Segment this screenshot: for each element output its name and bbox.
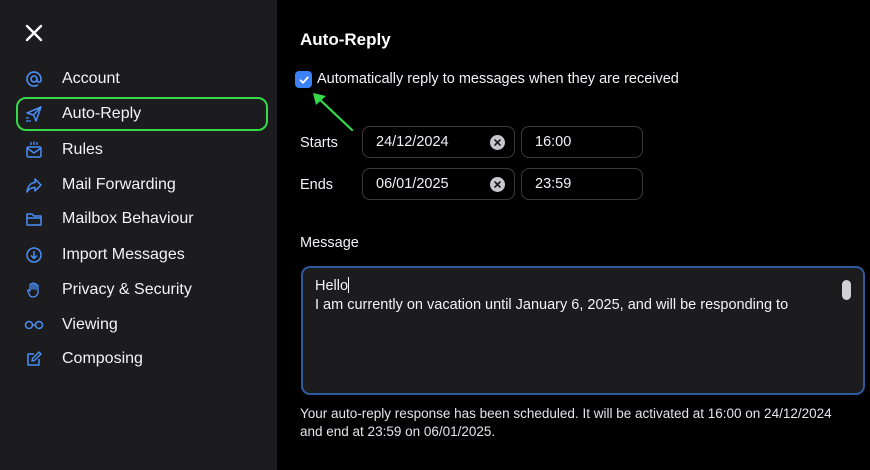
sidebar-item-rules[interactable]: Rules [16, 133, 268, 167]
sidebar-item-composing[interactable]: Composing [16, 342, 268, 376]
close-button[interactable] [22, 21, 46, 45]
end-time-value: 23:59 [535, 176, 572, 192]
sidebar-item-mail-forwarding[interactable]: Mail Forwarding [16, 168, 268, 202]
sidebar-item-label: Viewing [62, 316, 118, 333]
auto-reply-checkbox[interactable] [295, 71, 312, 88]
message-scrollbar[interactable] [842, 280, 851, 300]
page-title: Auto-Reply [300, 30, 391, 49]
starts-label: Starts [300, 135, 338, 151]
sidebar-item-label: Composing [62, 350, 143, 367]
clear-start-date-button[interactable] [490, 135, 505, 150]
message-line: I am currently on vacation until January… [315, 297, 789, 313]
compose-icon [23, 348, 45, 370]
ends-label: Ends [300, 177, 334, 193]
close-icon [25, 24, 43, 42]
end-date-value: 06/01/2025 [376, 176, 449, 192]
clear-end-date-button[interactable] [490, 177, 505, 192]
sidebar-item-label: Privacy & Security [62, 281, 192, 298]
start-date-field[interactable]: 24/12/2024 [362, 126, 515, 158]
at-sign-icon [23, 68, 45, 90]
message-line-text: Hello [315, 278, 349, 294]
message-textarea[interactable]: Hello I am currently on vacation until J… [301, 266, 865, 395]
mail-rules-icon [23, 139, 45, 161]
start-time-field[interactable]: 16:00 [521, 126, 643, 158]
sidebar-item-label: Mail Forwarding [62, 176, 176, 193]
sidebar-item-privacy-security[interactable]: Privacy & Security [16, 273, 268, 307]
sidebar-item-label: Import Messages [62, 246, 185, 263]
start-time-value: 16:00 [535, 134, 572, 150]
sidebar-item-mailbox-behaviour[interactable]: Mailbox Behaviour [16, 202, 268, 236]
sidebar-item-label: Auto-Reply [62, 105, 142, 122]
sidebar-item-account[interactable]: Account [16, 62, 268, 96]
schedule-info-text: Your auto-reply response has been schedu… [300, 406, 832, 439]
end-time-field[interactable]: 23:59 [521, 168, 643, 200]
sidebar: Account Auto-Reply Rules Mail Forwarding… [0, 0, 277, 470]
end-date-field[interactable]: 06/01/2025 [362, 168, 515, 200]
checkmark-icon [299, 76, 309, 84]
sidebar-item-viewing[interactable]: Viewing [16, 308, 268, 342]
clear-icon [494, 139, 501, 146]
text-caret [348, 277, 350, 293]
message-line: Hello [315, 277, 851, 296]
sidebar-item-label: Account [62, 70, 120, 87]
sidebar-item-import-messages[interactable]: Import Messages [16, 238, 268, 272]
start-date-value: 24/12/2024 [376, 134, 449, 150]
hand-icon [23, 279, 45, 301]
glasses-icon [23, 314, 45, 336]
sidebar-item-label: Rules [62, 141, 103, 158]
sidebar-item-auto-reply[interactable]: Auto-Reply [16, 97, 268, 131]
clear-icon [494, 181, 501, 188]
download-icon [23, 244, 45, 266]
sidebar-item-label: Mailbox Behaviour [62, 210, 194, 227]
auto-reply-checkbox-label[interactable]: Automatically reply to messages when the… [317, 71, 679, 87]
paper-plane-icon [23, 103, 45, 125]
folder-icon [23, 208, 45, 230]
message-label: Message [300, 235, 359, 251]
forward-icon [23, 174, 45, 196]
